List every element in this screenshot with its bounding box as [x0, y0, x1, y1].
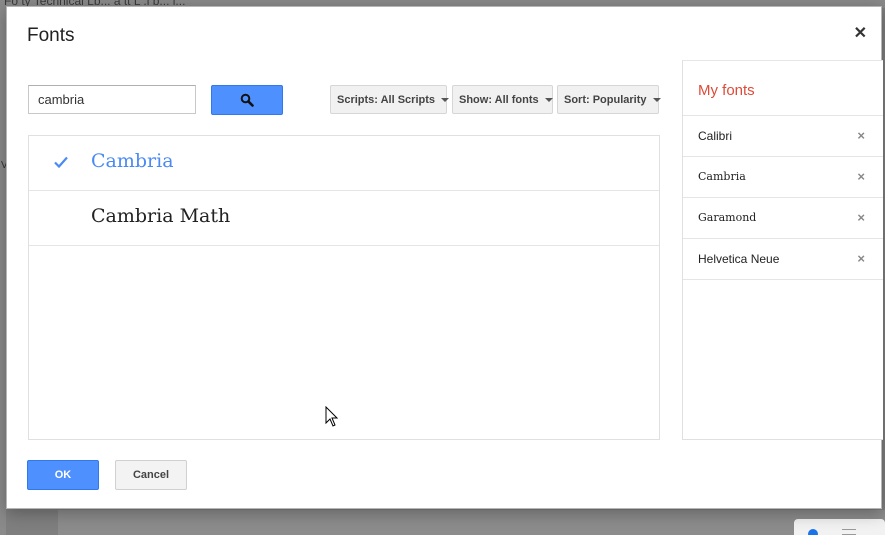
font-result-name: Cambria Math — [91, 205, 231, 227]
my-font-item[interactable]: Garamond × — [683, 198, 883, 239]
my-fonts-title: My fonts — [698, 82, 755, 99]
scripts-filter-label: Scripts: All Scripts — [337, 93, 436, 106]
checkmark-icon — [54, 156, 68, 169]
font-result-row[interactable]: Cambria Math — [29, 191, 659, 246]
remove-font-icon[interactable]: × — [857, 251, 865, 266]
my-font-item[interactable]: Calibri × — [683, 116, 883, 157]
font-results-list: Cambria Cambria Math — [28, 135, 660, 440]
chevron-down-icon — [544, 97, 553, 102]
show-filter-label: Show: All fonts — [459, 93, 539, 106]
chevron-down-icon — [441, 97, 450, 102]
search-button[interactable] — [211, 85, 283, 115]
dialog-title: Fonts — [27, 25, 75, 46]
my-font-item[interactable]: Cambria × — [683, 157, 883, 198]
my-font-label: Garamond — [698, 211, 757, 224]
remove-font-icon[interactable]: × — [857, 128, 865, 143]
status-dot-icon — [808, 529, 818, 535]
font-result-name: Cambria — [91, 150, 174, 172]
remove-font-icon[interactable]: × — [857, 210, 865, 225]
sort-label: Sort: Popularity — [564, 93, 647, 106]
ok-button[interactable]: OK — [27, 460, 99, 490]
mouse-cursor-icon — [325, 406, 339, 427]
my-font-item[interactable]: Helvetica Neue × — [683, 239, 883, 280]
menu-lines-icon — [842, 529, 856, 535]
scripts-filter-dropdown[interactable]: Scripts: All Scripts — [330, 85, 450, 114]
close-icon[interactable]: ✕ — [854, 26, 867, 42]
show-filter-dropdown[interactable]: Show: All fonts — [452, 85, 553, 114]
remove-font-icon[interactable]: × — [857, 169, 865, 184]
background-bottom-chip — [794, 519, 885, 535]
fonts-dialog: Fonts ✕ Scripts: All Scripts Show: All f… — [6, 6, 883, 509]
sort-dropdown[interactable]: Sort: Popularity — [557, 85, 661, 114]
my-font-label: Calibri — [698, 129, 733, 143]
search-icon — [240, 93, 254, 107]
my-font-label: Cambria — [698, 170, 746, 183]
background-document — [58, 510, 885, 535]
font-result-row[interactable]: Cambria — [29, 136, 659, 191]
my-fonts-list: Calibri × Cambria × Garamond × Helvetica… — [683, 115, 883, 280]
my-fonts-panel: My fonts Calibri × Cambria × Garamond × … — [682, 60, 883, 440]
font-search-input[interactable] — [28, 85, 196, 114]
my-font-label: Helvetica Neue — [698, 252, 780, 266]
chevron-down-icon — [652, 97, 661, 102]
cancel-button[interactable]: Cancel — [115, 460, 187, 490]
